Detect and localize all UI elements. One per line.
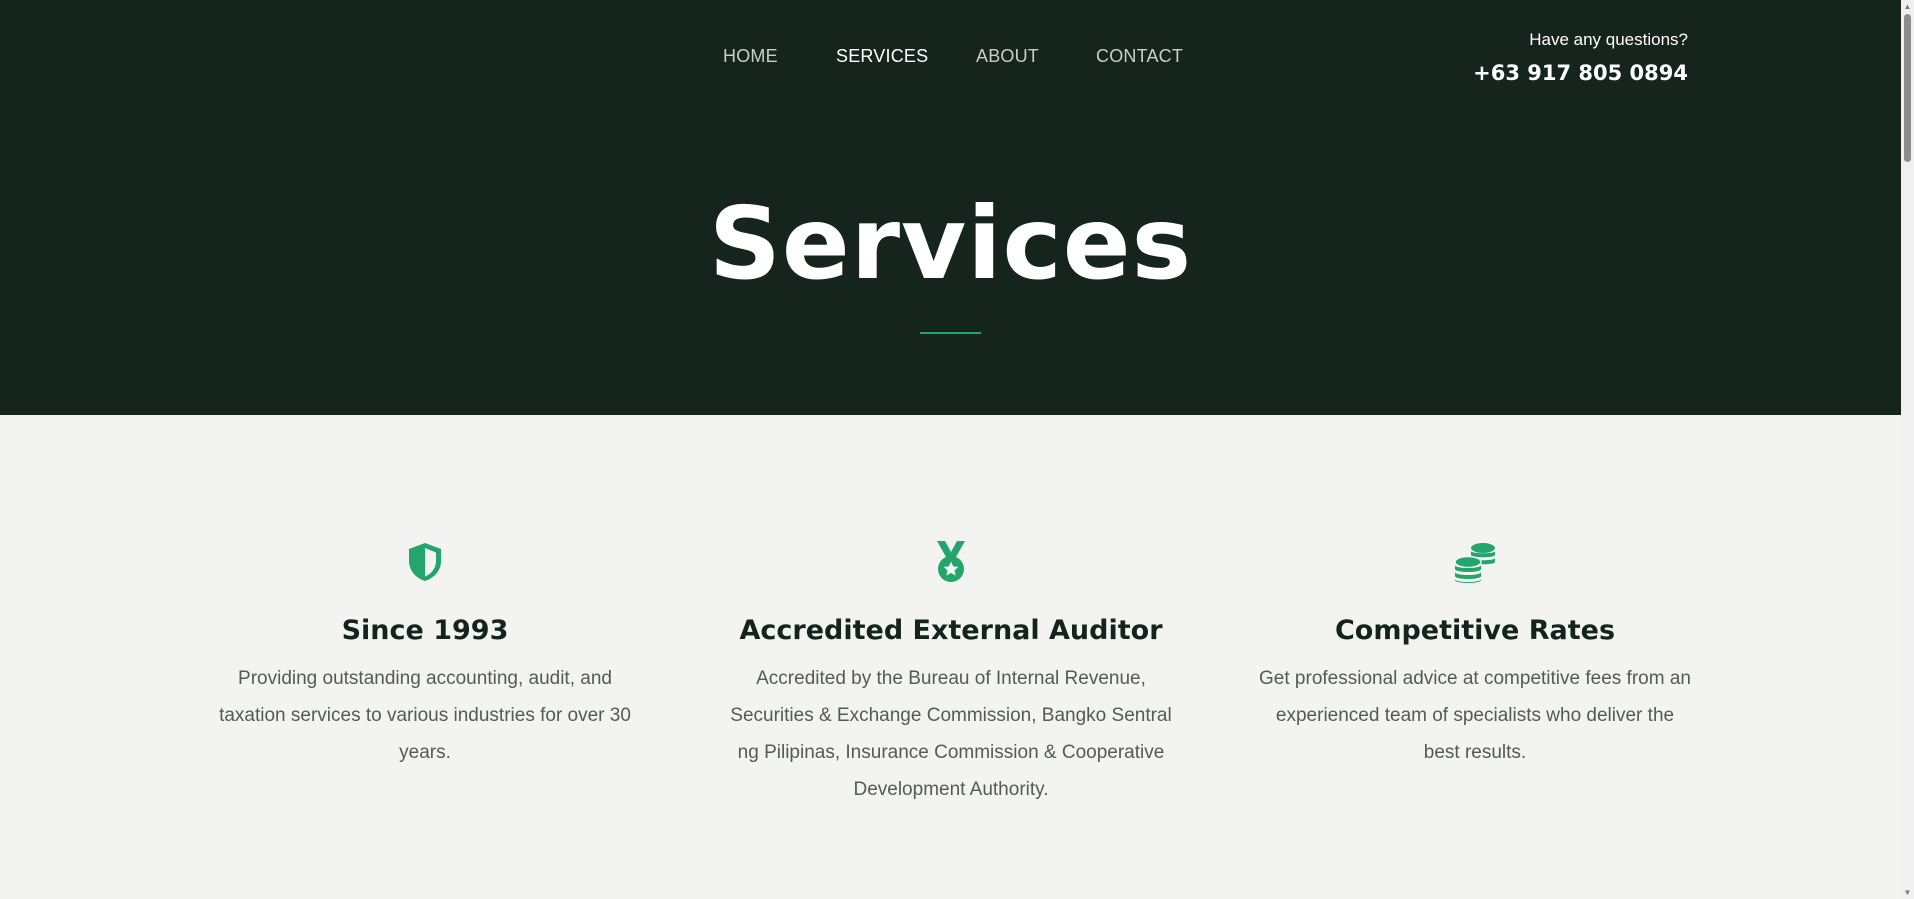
feature-card: Competitive Rates Get professional advic… (1250, 540, 1700, 771)
hero-section: HOME SERVICES ABOUT CONTACT Have any que… (0, 0, 1901, 415)
nav-item-about[interactable]: ABOUT (976, 46, 1039, 67)
feature-card: Accredited External Auditor Accredited b… (726, 540, 1176, 808)
vertical-scrollbar[interactable]: ▲ ▼ (1901, 0, 1914, 899)
contact-box: Have any questions? +63 917 805 0894 (1473, 30, 1688, 86)
nav-item-home[interactable]: HOME (723, 46, 778, 67)
feature-description: Providing outstanding accounting, audit,… (219, 668, 631, 763)
contact-question: Have any questions? (1529, 30, 1688, 49)
nav-item-services[interactable]: SERVICES (836, 46, 928, 67)
feature-title: Competitive Rates (1334, 615, 1616, 646)
coins-icon (1454, 543, 1495, 583)
medal-icon (937, 541, 965, 582)
contact-phone-link[interactable]: +63 917 805 0894 (1473, 60, 1688, 86)
feature-title: Accredited External Auditor (739, 615, 1163, 646)
feature-card: Since 1993 Providing outstanding account… (200, 540, 650, 771)
feature-description: Accredited by the Bureau of Internal Rev… (730, 668, 1172, 800)
feature-description: Get professional advice at competitive f… (1259, 668, 1691, 763)
scroll-up-arrow-icon[interactable]: ▲ (1903, 2, 1912, 11)
page-title: Services (708, 185, 1193, 302)
scrollbar-thumb[interactable] (1904, 14, 1911, 162)
title-divider (920, 332, 981, 334)
nav-item-contact[interactable]: CONTACT (1096, 46, 1183, 67)
feature-title: Since 1993 (341, 615, 509, 646)
scroll-down-arrow-icon[interactable]: ▼ (1903, 888, 1912, 897)
shield-icon (409, 543, 441, 581)
